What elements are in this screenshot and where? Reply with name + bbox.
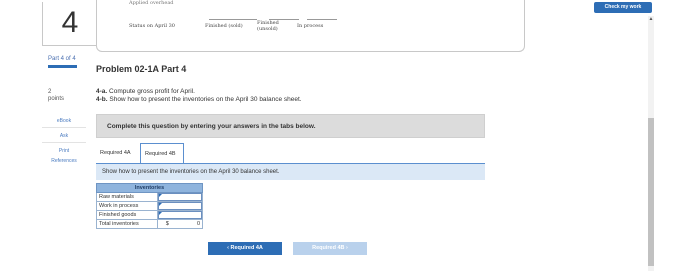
ebook-link[interactable]: eBook — [42, 118, 86, 124]
task-4a: 4-a. Compute gross profit for April. — [96, 88, 195, 95]
scroll-up-arrow-icon[interactable]: ▲ — [648, 16, 654, 22]
side-divider — [42, 127, 86, 128]
page: 4 Part 4 of 4 2 points eBook Ask Print R… — [0, 0, 700, 271]
row-label-raw-materials: Raw materials — [96, 192, 158, 202]
row-label-work-in-process: Work in process — [96, 201, 158, 211]
points-label: points — [48, 96, 65, 102]
column-rule — [209, 19, 257, 20]
instructions-box: Complete this question by entering your … — [96, 114, 485, 138]
instructions-text: Complete this question by entering your … — [107, 123, 316, 130]
row-label-finished-goods: Finished goods — [96, 210, 158, 220]
check-my-work-button[interactable]: Check my work — [594, 2, 652, 13]
status-row-label: Status on April 30 — [129, 23, 175, 29]
problem-title: Problem 02-1A Part 4 — [96, 64, 187, 74]
next-required-4b-button[interactable]: Required 4B › — [293, 242, 367, 255]
task-4b-prefix: 4-b. — [96, 96, 108, 103]
table-row: Total inventories $ 0 — [96, 219, 204, 229]
side-divider — [42, 142, 86, 143]
question-number-box: 4 — [42, 2, 98, 46]
finished-goods-cell — [156, 210, 204, 220]
total-inventories-cell: $ 0 — [156, 219, 204, 229]
raw-materials-input[interactable] — [157, 193, 202, 201]
column-finished-sold: Finished (sold) — [205, 23, 243, 29]
task-4a-text: Compute gross profit for April. — [107, 88, 195, 95]
ask-link[interactable]: Ask — [42, 133, 86, 139]
row-label-total-inventories: Total inventories — [96, 219, 158, 229]
part-indicator: Part 4 of 4 — [48, 56, 76, 62]
scrollbar-thumb[interactable] — [648, 118, 654, 266]
prior-part-card: Applied overhead Status on April 30 Fini… — [96, 0, 525, 52]
total-inventories-value: 0 — [196, 221, 200, 227]
work-in-process-input[interactable] — [157, 202, 202, 210]
cut-off-text: Applied overhead — [129, 0, 174, 6]
print-link[interactable]: Print — [42, 148, 86, 154]
table-row: Work in process — [96, 201, 204, 211]
task-4b-text: Show how to present the inventories on t… — [107, 96, 302, 103]
tab-bar: Required 4A Required 4B — [96, 138, 485, 164]
tab-required-4a[interactable]: Required 4A — [96, 143, 140, 163]
task-4b: 4-b. Show how to present the inventories… — [96, 96, 302, 103]
table-row: Finished goods — [96, 210, 204, 220]
part-progress-bar — [48, 65, 77, 68]
work-in-process-cell — [156, 201, 204, 211]
table-row: Raw materials — [96, 192, 204, 202]
question-number: 4 — [61, 6, 79, 39]
points-value: 2 points — [48, 89, 64, 103]
finished-goods-input[interactable] — [157, 211, 202, 219]
prev-required-4a-button[interactable]: ‹ Required 4A — [208, 242, 282, 255]
points-number: 2 — [48, 89, 52, 95]
references-link[interactable]: References — [42, 158, 86, 164]
column-in-process: In process — [297, 23, 324, 29]
tab-subheader: Show how to present the inventories on t… — [96, 164, 485, 180]
column-finished-unsold: Finished (unsold) — [257, 20, 279, 32]
task-4a-prefix: 4-a. — [96, 88, 108, 95]
subheader-text: Show how to present the inventories on t… — [102, 169, 280, 175]
raw-materials-cell — [156, 192, 204, 202]
column-rule — [307, 19, 337, 20]
tab-required-4b[interactable]: Required 4B — [140, 143, 184, 163]
inventories-table: Inventories Raw materials Work in proces… — [96, 183, 204, 229]
inventories-header: Inventories — [96, 183, 203, 193]
currency-symbol: $ — [165, 221, 169, 227]
